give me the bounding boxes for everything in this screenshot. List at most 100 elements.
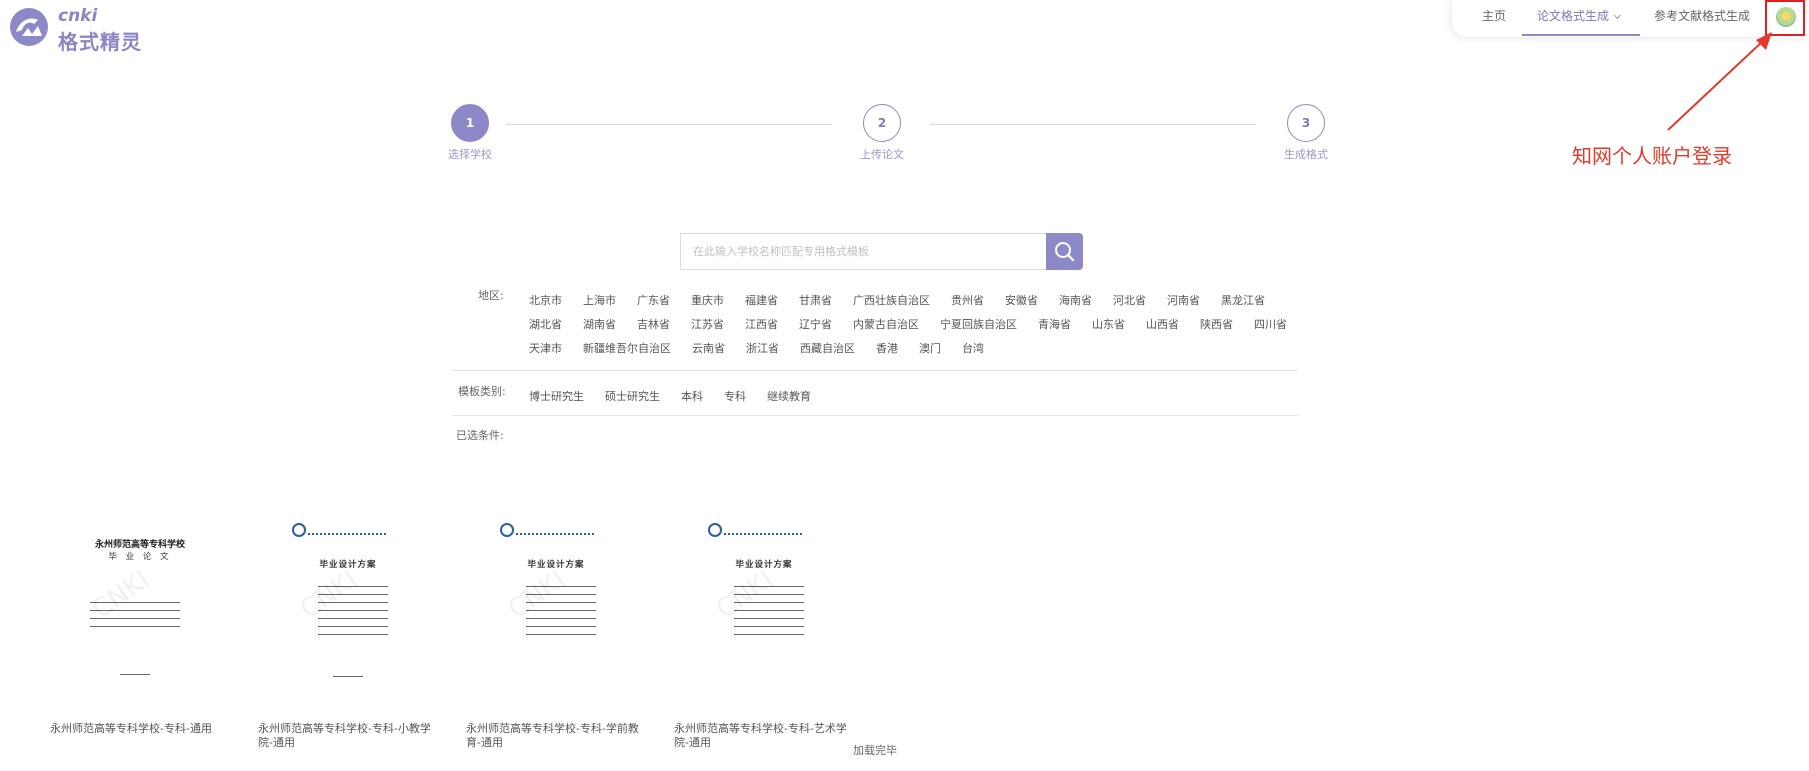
thumb-watermark: CNKI xyxy=(295,564,364,626)
region-option[interactable]: 湖南省 xyxy=(583,316,616,334)
region-option[interactable]: 江西省 xyxy=(745,316,778,334)
region-row: 北京市 上海市 广东省 重庆市 福建省 甘肃省 广西壮族自治区 贵州省 安徽省 海南省 河北省 河南省… xyxy=(529,289,1286,307)
thumb-line xyxy=(333,676,363,677)
template-thumbnail[interactable]: 毕业设计方案 CNKI xyxy=(288,520,408,690)
template-caption[interactable]: 永州师范高等专科学校-专科-艺术学院-通用 xyxy=(674,722,852,750)
thumb-line xyxy=(318,626,388,627)
region-option[interactable]: 江苏省 xyxy=(691,316,724,334)
annotation-text: 知网个人账户登录 xyxy=(1572,144,1732,168)
logo-brand-text: 格式精灵 xyxy=(58,30,142,54)
region-option[interactable]: 宁夏回族自治区 xyxy=(940,316,1017,334)
region-option[interactable]: 海南省 xyxy=(1059,292,1092,310)
thumb-subtitle: 毕 业 论 文 xyxy=(108,552,172,562)
thumb-line xyxy=(318,618,388,619)
region-option[interactable]: 广东省 xyxy=(637,292,670,310)
thumb-line xyxy=(90,626,180,627)
region-option[interactable]: 山东省 xyxy=(1092,316,1125,334)
search-button[interactable] xyxy=(1046,233,1083,270)
category-filter-label: 模板类别: xyxy=(458,385,506,398)
avatar[interactable] xyxy=(1776,7,1796,27)
region-row: 湖北省 湖南省 吉林省 江苏省 江西省 辽宁省 内蒙古自治区 宁夏回族自治区 青海省 山东省 山西省… xyxy=(529,313,1308,331)
chevron-down-icon xyxy=(1613,11,1622,20)
step-number: 2 xyxy=(863,104,901,142)
region-option[interactable]: 台湾 xyxy=(962,340,984,358)
template-caption[interactable]: 永州师范高等专科学校-专科-通用 xyxy=(50,722,228,736)
thumb-watermark: CNKI xyxy=(711,564,780,626)
school-search-input[interactable] xyxy=(680,233,1047,270)
template-caption[interactable]: 永州师范高等专科学校-专科-小教学院-通用 xyxy=(258,722,436,750)
category-option[interactable]: 硕士研究生 xyxy=(605,388,660,406)
region-option[interactable]: 浙江省 xyxy=(746,340,779,358)
logo[interactable]: cnki 格式精灵 xyxy=(8,4,158,54)
search-icon xyxy=(1055,242,1075,262)
step-connector xyxy=(930,124,1256,125)
filter-divider xyxy=(452,370,1298,371)
step-2: 2 上传论文 xyxy=(842,104,922,162)
thumb-line xyxy=(526,634,596,635)
region-option[interactable]: 云南省 xyxy=(692,340,725,358)
region-option[interactable]: 广西壮族自治区 xyxy=(853,292,930,310)
template-thumbnail[interactable]: 毕业设计方案 CNKI xyxy=(704,520,824,690)
school-name-script xyxy=(308,525,386,535)
region-option[interactable]: 陕西省 xyxy=(1200,316,1233,334)
template-card[interactable]: 毕业设计方案 CNKI 永州师范高等专科学校-专科-艺术学院-通用 xyxy=(674,520,854,749)
region-option[interactable]: 澳门 xyxy=(919,340,941,358)
thumb-line xyxy=(734,618,804,619)
category-row: 博士研究生 硕士研究生 本科 专科 继续教育 xyxy=(529,385,832,403)
region-option[interactable]: 香港 xyxy=(876,340,898,358)
thumb-title: 永州师范高等专科学校 xyxy=(94,540,185,550)
load-status: 加载完毕 xyxy=(853,744,897,757)
region-option[interactable]: 福建省 xyxy=(745,292,778,310)
thumb-line xyxy=(526,618,596,619)
category-option[interactable]: 博士研究生 xyxy=(529,388,584,406)
step-3: 3 生成格式 xyxy=(1266,104,1346,162)
thumb-line xyxy=(120,674,150,675)
template-card[interactable]: 毕业设计方案 CNKI 永州师范高等专科学校-专科-学前教育-通用 xyxy=(466,520,646,749)
nav-home-link[interactable]: 主页 xyxy=(1482,7,1506,24)
template-card[interactable]: 永州师范高等专科学校 毕 业 论 文 CNKI 永州师范高等专科学校-专科-通用 xyxy=(50,520,230,735)
thumb-watermark: CNKI xyxy=(503,564,572,626)
school-seal-icon xyxy=(292,523,306,537)
region-option[interactable]: 上海市 xyxy=(583,292,616,310)
region-option[interactable]: 甘肃省 xyxy=(799,292,832,310)
school-seal-icon xyxy=(708,523,722,537)
filter-divider xyxy=(452,415,1298,416)
region-option[interactable]: 内蒙古自治区 xyxy=(853,316,919,334)
school-seal-icon xyxy=(500,523,514,537)
region-option[interactable]: 青海省 xyxy=(1038,316,1071,334)
region-option[interactable]: 安徽省 xyxy=(1005,292,1038,310)
region-option[interactable]: 四川省 xyxy=(1254,316,1287,334)
category-option[interactable]: 继续教育 xyxy=(767,388,811,406)
region-option[interactable]: 山西省 xyxy=(1146,316,1179,334)
template-card[interactable]: 毕业设计方案 CNKI 永州师范高等专科学校-专科-小教学院-通用 xyxy=(258,520,438,749)
annotation-arrow-icon xyxy=(1667,32,1772,131)
logo-cnki-text: cnki xyxy=(58,6,98,26)
category-option[interactable]: 本科 xyxy=(681,388,703,406)
region-option[interactable]: 贵州省 xyxy=(951,292,984,310)
region-option[interactable]: 北京市 xyxy=(529,292,562,310)
region-option[interactable]: 湖北省 xyxy=(529,316,562,334)
region-option[interactable]: 新疆维吾尔自治区 xyxy=(583,340,671,358)
thumb-line xyxy=(318,634,388,635)
step-number: 3 xyxy=(1287,104,1325,142)
school-search xyxy=(680,233,1084,270)
nav-paper-format-menu[interactable]: 论文格式生成 xyxy=(1537,7,1622,24)
region-option[interactable]: 天津市 xyxy=(529,340,562,358)
category-option[interactable]: 专科 xyxy=(724,388,746,406)
template-thumbnail[interactable]: 永州师范高等专科学校 毕 业 论 文 CNKI xyxy=(80,520,200,690)
region-option[interactable]: 河北省 xyxy=(1113,292,1146,310)
step-1: 1 选择学校 xyxy=(430,104,510,162)
region-option[interactable]: 西藏自治区 xyxy=(800,340,855,358)
nav-ref-format-link[interactable]: 参考文献格式生成 xyxy=(1654,7,1750,24)
thumb-line xyxy=(734,626,804,627)
step-number: 1 xyxy=(451,104,489,142)
region-option[interactable]: 吉林省 xyxy=(637,316,670,334)
step-label: 选择学校 xyxy=(448,148,492,161)
school-name-script xyxy=(724,525,802,535)
region-option[interactable]: 黑龙江省 xyxy=(1221,292,1265,310)
region-option[interactable]: 河南省 xyxy=(1167,292,1200,310)
template-thumbnail[interactable]: 毕业设计方案 CNKI xyxy=(496,520,616,690)
template-caption[interactable]: 永州师范高等专科学校-专科-学前教育-通用 xyxy=(466,722,644,750)
region-option[interactable]: 辽宁省 xyxy=(799,316,832,334)
region-option[interactable]: 重庆市 xyxy=(691,292,724,310)
